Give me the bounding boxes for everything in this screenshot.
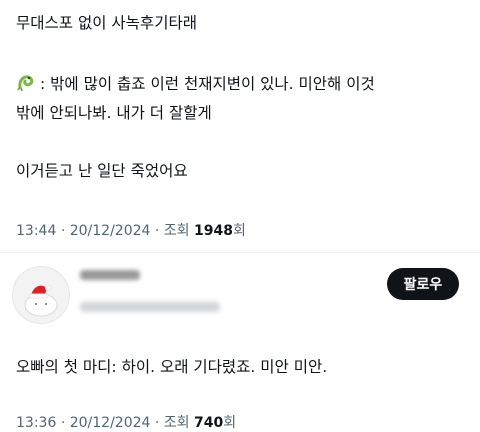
blurred-username: [80, 302, 220, 312]
views-label: 조회: [163, 415, 190, 431]
views-label: 조회: [163, 223, 190, 239]
post-date: 20/12/2024: [69, 223, 151, 239]
post-time: 13:44: [16, 223, 57, 239]
post-meta: 13:44 · 20/12/2024 · 조회 1948회: [16, 220, 246, 240]
post-text-line-2: : 밖에 많이 춥죠 이런 천재지변이 있나. 미안해 이것: [16, 72, 375, 98]
post-text-line-1: 무대스포 없이 사녹후기타래: [16, 14, 197, 32]
post-text-line-4: 이거듣고 난 일단 죽었어요: [16, 162, 188, 180]
reply-date: 20/12/2024: [69, 415, 151, 431]
post-text-line-3: 밖에 안되나봐. 내가 더 잘할게: [16, 104, 212, 122]
blurred-display-name: [80, 270, 140, 280]
views-count: 740: [194, 415, 224, 431]
reply-meta: 13:36 · 20/12/2024 · 조회 740회: [16, 412, 236, 432]
post-text-line-2-content: : 밖에 많이 춥죠 이런 천재지변이 있나. 미안해 이것: [40, 75, 375, 93]
views-suffix: 회: [223, 415, 237, 431]
green-dragon-icon: [16, 72, 36, 98]
divider: [0, 252, 480, 253]
meta-separator: ·: [154, 415, 164, 431]
santa-hat-mochi-avatar: [24, 285, 58, 317]
meta-separator: ·: [60, 223, 70, 239]
views-count: 1948: [194, 223, 233, 239]
reply-text: 오빠의 첫 마디: 하이. 오래 기다렸죠. 미안 미안.: [16, 358, 328, 376]
follow-button[interactable]: 팔로우: [387, 268, 459, 300]
avatar[interactable]: [12, 266, 70, 324]
views-suffix: 회: [232, 223, 246, 239]
meta-separator: ·: [154, 223, 164, 239]
meta-separator: ·: [60, 415, 70, 431]
reply-time: 13:36: [16, 415, 57, 431]
